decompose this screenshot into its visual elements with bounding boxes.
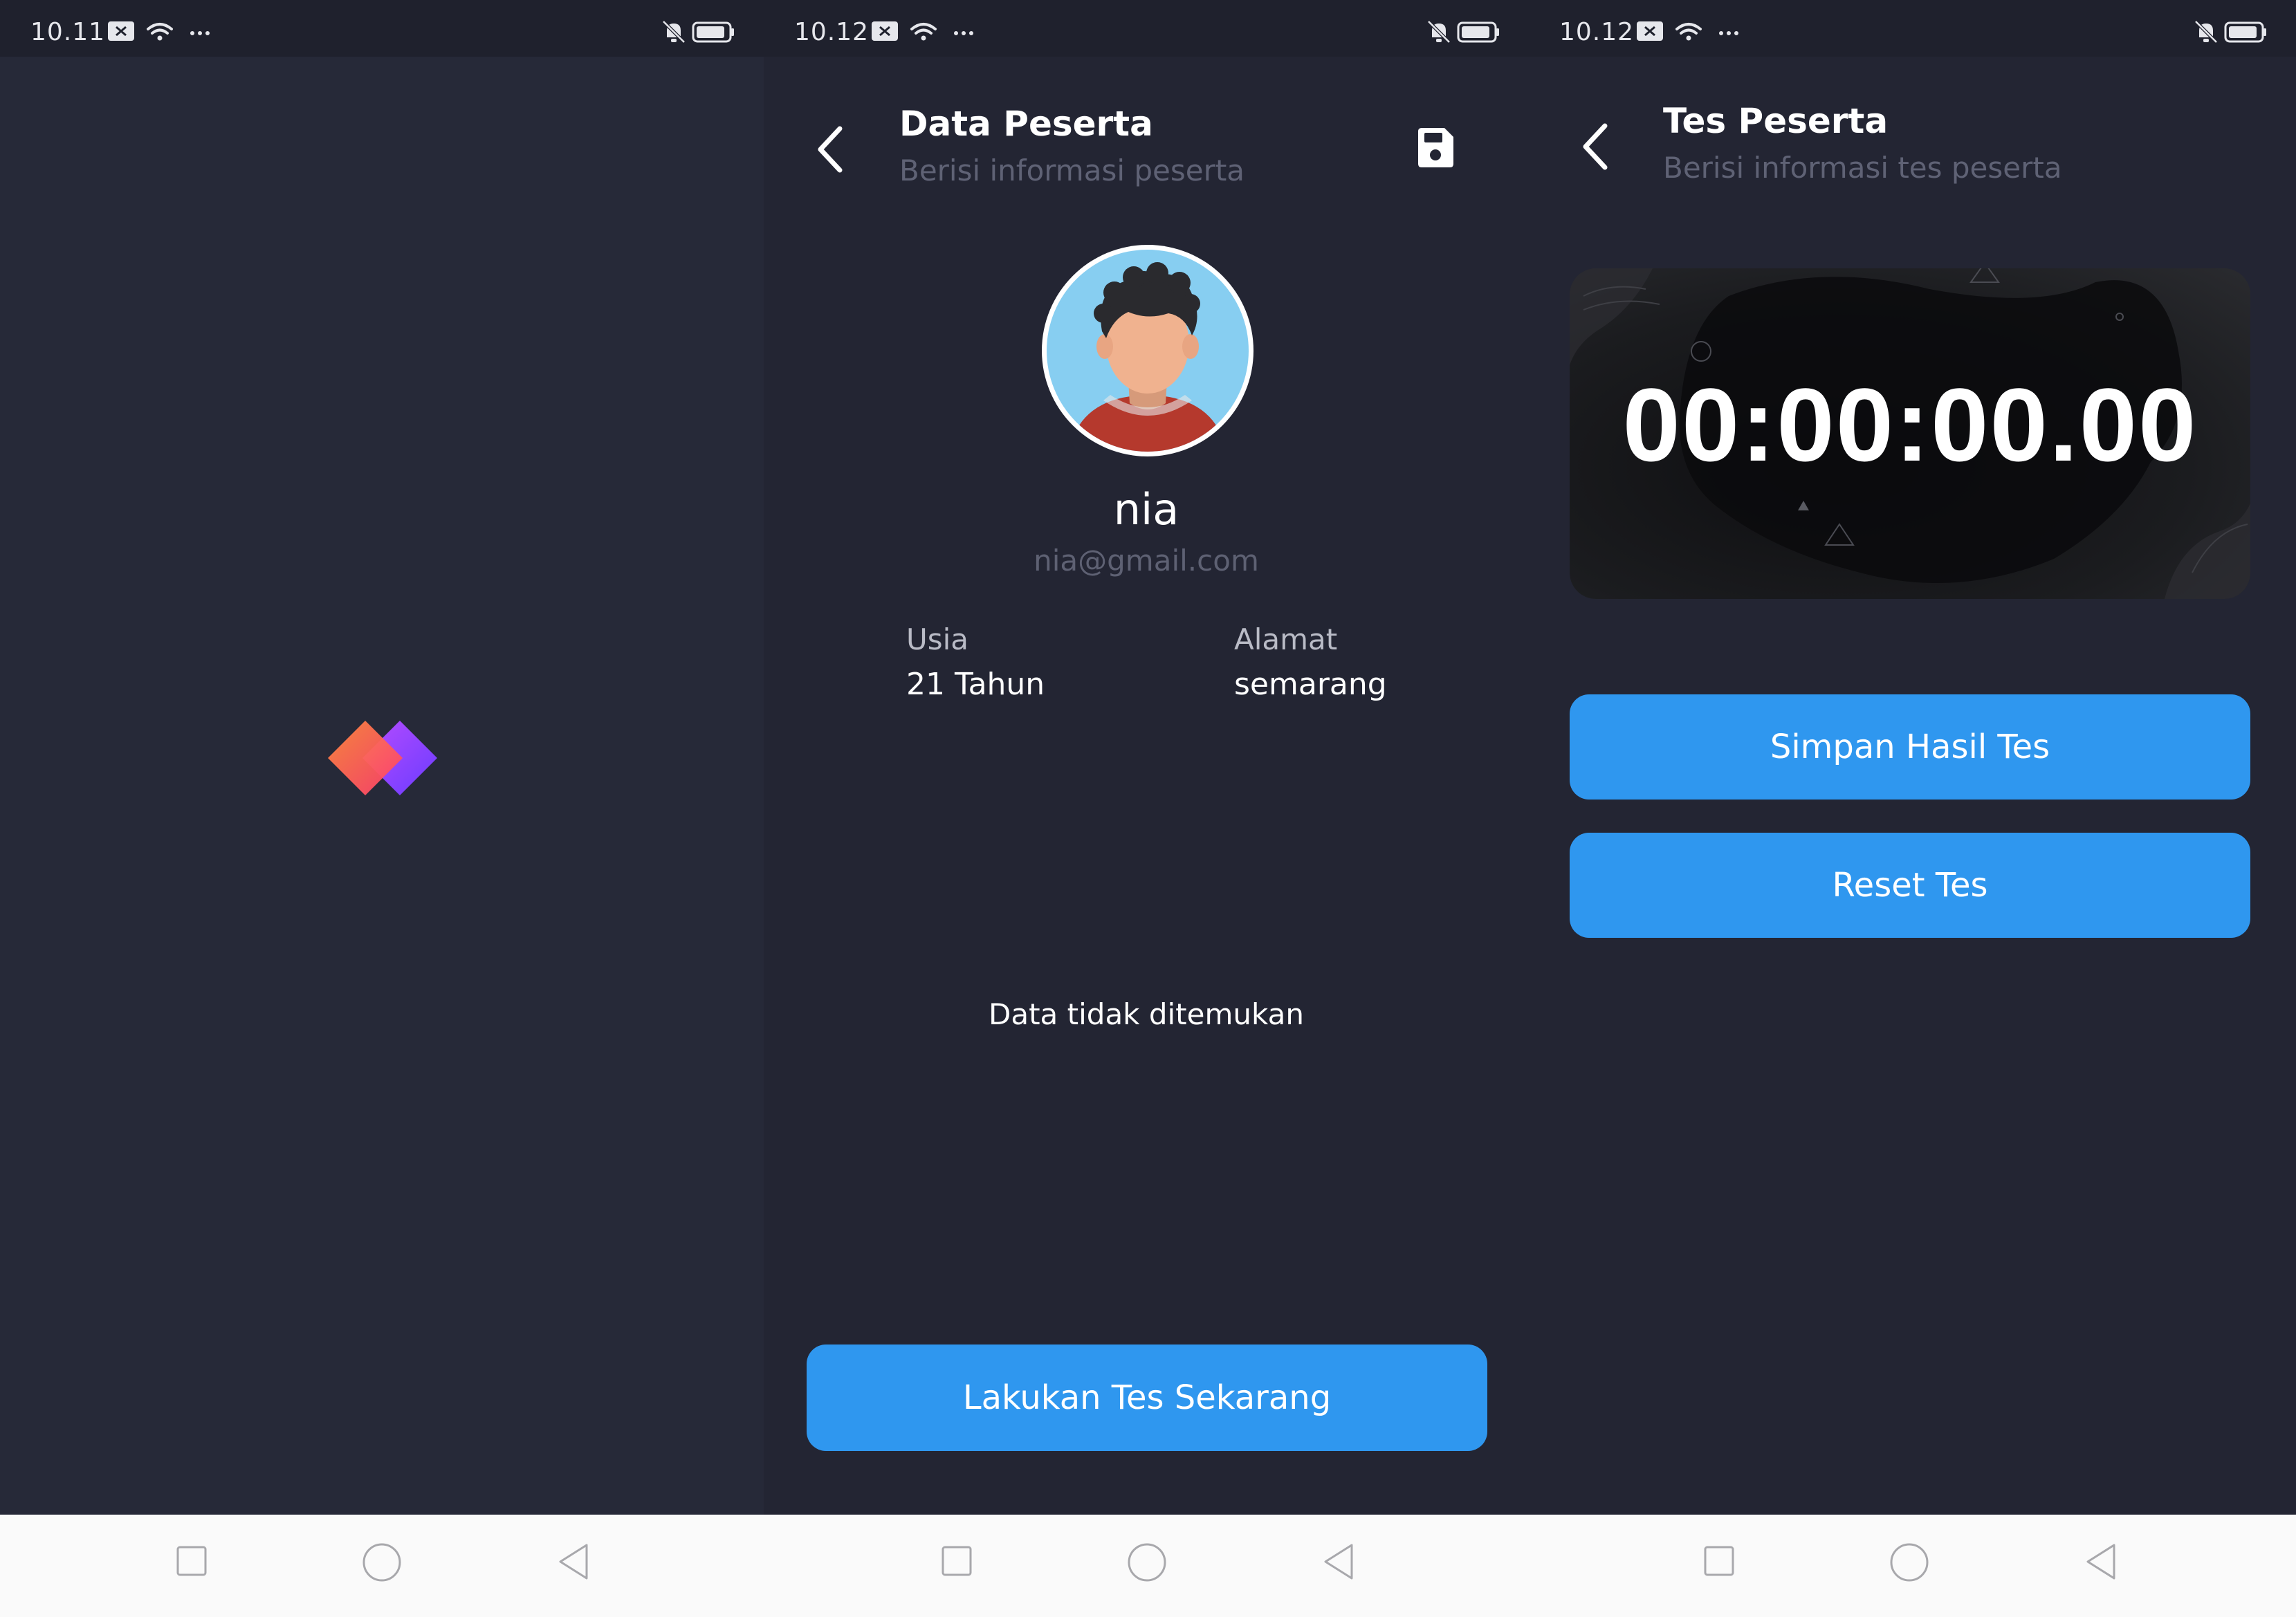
mute-bell-icon [1427, 20, 1451, 44]
participant-name: nia [1113, 484, 1179, 535]
test-screen: 10.12 Tes Peserta Berisi informasi tes p… [1529, 0, 2296, 1515]
page-subtitle: Berisi informasi peserta [899, 154, 1245, 187]
age-label: Usia [906, 622, 969, 656]
page-subtitle: Berisi informasi tes peserta [1663, 151, 2062, 185]
back-icon[interactable] [556, 1542, 591, 1581]
home-icon[interactable] [1127, 1542, 1167, 1582]
stopwatch-card: 00:00:00.00 [1570, 268, 2250, 599]
battery-icon [2224, 21, 2266, 43]
status-bar: 10.11 [0, 0, 764, 57]
home-icon[interactable] [1889, 1542, 1929, 1582]
status-icons [108, 21, 210, 41]
start-test-button[interactable]: Lakukan Tes Sekarang [807, 1345, 1487, 1451]
recent-apps-icon[interactable] [941, 1545, 973, 1577]
participant-email: nia@gmail.com [1034, 544, 1259, 578]
wifi-icon [1675, 23, 1702, 35]
avatar [1042, 245, 1253, 456]
back-arrow-icon[interactable] [814, 124, 847, 174]
stopwatch-display: 00:00:00.00 [1622, 367, 2198, 483]
mute-bell-icon [2194, 20, 2218, 44]
address-value: semarang [1234, 667, 1387, 702]
wifi-icon [910, 23, 937, 35]
status-icons [1637, 21, 1738, 41]
status-right-icons [1427, 20, 1499, 44]
mute-bell-icon [662, 20, 686, 44]
empty-state-message: Data tidak ditemukan [989, 997, 1304, 1031]
page-title: Data Peserta [899, 104, 1153, 144]
address-label: Alamat [1234, 622, 1338, 656]
status-time: 10.12 [1559, 18, 1635, 46]
more-dots-icon [954, 31, 973, 35]
save-floppy-icon[interactable] [1415, 126, 1455, 169]
status-right-icons [662, 20, 734, 44]
page-title: Tes Peserta [1663, 101, 1889, 141]
more-dots-icon [190, 31, 210, 35]
back-arrow-icon[interactable] [1579, 122, 1612, 172]
recent-apps-icon[interactable] [1703, 1545, 1735, 1577]
system-navigation-bar [0, 1515, 2296, 1617]
back-icon[interactable] [1321, 1542, 1356, 1581]
app-logo-icon [328, 721, 437, 795]
battery-icon [1457, 21, 1499, 43]
save-result-button[interactable]: Simpan Hasil Tes [1570, 694, 2250, 800]
more-dots-icon [1719, 31, 1738, 35]
reset-test-button[interactable]: Reset Tes [1570, 833, 2250, 938]
recent-apps-icon[interactable] [176, 1545, 208, 1577]
status-right-icons [2194, 20, 2266, 44]
splash-screen: 10.11 [0, 0, 764, 1515]
age-value: 21 Tahun [906, 667, 1045, 702]
status-time: 10.12 [794, 18, 870, 46]
status-time: 10.11 [30, 18, 106, 46]
status-bar: 10.12 [1529, 0, 2296, 57]
home-icon[interactable] [362, 1542, 402, 1582]
wifi-icon [147, 23, 173, 35]
status-bar: 10.12 [764, 0, 1529, 57]
participant-screen: 10.12 Data Peserta Berisi informasi pese… [764, 0, 1529, 1515]
back-icon[interactable] [2084, 1542, 2118, 1581]
status-icons [872, 21, 973, 41]
phone-screens: 10.11 10.12 Data Peserta Berisi informas… [0, 0, 2296, 1617]
avatar-illustration [1069, 262, 1227, 452]
battery-icon [692, 21, 734, 43]
